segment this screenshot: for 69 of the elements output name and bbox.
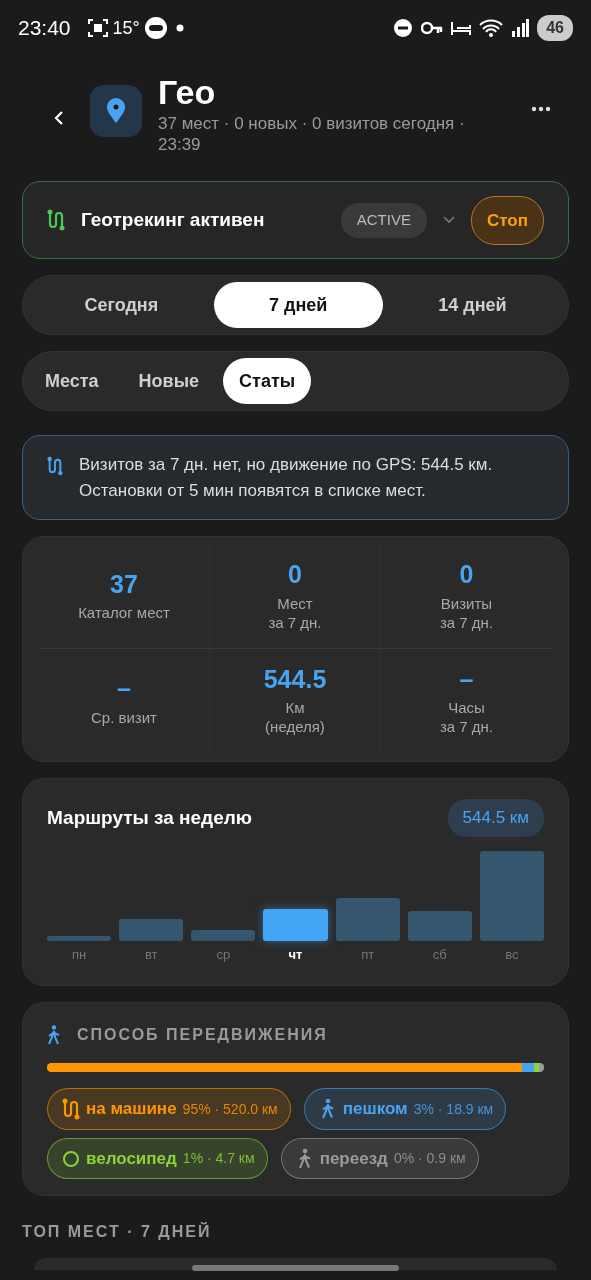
temperature-text: 15° (112, 16, 140, 40)
mode-detail: 1% · 4.7 км (182, 1149, 255, 1169)
route-icon (47, 209, 65, 232)
signal-icon (511, 19, 530, 37)
stat-label: Часы за 7 дн. (439, 699, 494, 737)
mode-name: велосипед (86, 1147, 177, 1170)
tracking-label: Геотрекинг активен (81, 208, 265, 233)
bed-icon (451, 20, 472, 36)
stat-label: Ср. визит (91, 708, 157, 728)
stat-label: Каталог мест (78, 604, 170, 623)
robot-icon (143, 16, 168, 40)
route-icon (47, 456, 63, 477)
mode-name: на машине (86, 1098, 177, 1121)
period-tab[interactable]: 7 дней (213, 282, 383, 329)
day-bar[interactable] (119, 918, 184, 941)
screenshot-icon (86, 18, 109, 38)
stat-value: – (459, 665, 474, 694)
mode-detail: 95% · 520.0 км (182, 1099, 278, 1119)
stat-label: Мест за 7 дн. (268, 594, 322, 633)
stat-label: Визиты за 7 дн. (439, 594, 494, 633)
day-bar[interactable] (47, 935, 112, 941)
status-time: 23:40 (18, 15, 71, 42)
day-label: ср (215, 945, 232, 964)
total-distance-badge: 544.5 км (447, 799, 544, 837)
stat-label: Км (неделя) (265, 699, 325, 737)
location-pin-icon (90, 85, 142, 137)
period-tab[interactable]: Сегодня (29, 282, 214, 329)
stat-value: 0 (288, 561, 302, 589)
stop-button[interactable]: Стоп (470, 195, 544, 246)
do-not-disturb-icon (393, 18, 414, 38)
stat-value: 544.5 (263, 665, 327, 694)
day-label: вс (504, 945, 520, 964)
section-heading: ТОП МЕСТ · 7 ДНЕЙ (22, 1223, 212, 1241)
period-tab[interactable]: 14 дней (382, 282, 562, 329)
section-heading: СПОСОБ ПЕРЕДВИЖЕНИЯ (77, 1025, 328, 1046)
mode-name: пешком (342, 1098, 408, 1121)
info-text: Визитов за 7 дн. нет, но движение по GPS: 544.5 км. Остановки от 5 мин появятся в списке мест. (79, 454, 494, 502)
day-bar[interactable] (191, 929, 256, 941)
page-title: Гео (158, 72, 217, 113)
more-icon (531, 105, 551, 112)
mode-name: переезд (319, 1147, 388, 1170)
day-bar[interactable] (263, 908, 328, 941)
mode-detail: 3% · 18.9 км (413, 1099, 494, 1119)
route-icon (62, 1098, 80, 1121)
walking-person-icon (47, 1025, 61, 1046)
day-label: пн (70, 945, 88, 964)
day-bar[interactable] (479, 850, 544, 941)
key-icon (421, 21, 444, 35)
day-label: чт (287, 945, 304, 964)
day-bar[interactable] (335, 897, 400, 941)
day-bar[interactable] (407, 910, 472, 941)
mode-detail: 0% · 0.9 км (393, 1149, 466, 1169)
day-label: вт (143, 945, 159, 964)
wifi-icon (479, 19, 504, 37)
view-tab[interactable]: Статы (223, 358, 312, 405)
stat-value: 0 (459, 561, 474, 589)
dot-icon (175, 24, 184, 32)
status-badge: ACTIVE (340, 203, 427, 238)
day-label: сб (431, 945, 448, 964)
battery-indicator: 46 (537, 15, 573, 41)
stat-value: 37 (110, 570, 138, 599)
card-title: Маршруты за неделю (47, 805, 253, 830)
chevron-left-icon (52, 108, 66, 127)
view-tab[interactable]: Места (29, 358, 115, 405)
view-tab[interactable]: Новые (122, 358, 216, 405)
stat-value: – (117, 675, 131, 703)
chevron-down-icon[interactable] (442, 216, 455, 225)
day-label: пт (360, 945, 376, 964)
page-subtitle: 37 мест · 0 новых · 0 визитов сегодня · 23:39 (158, 112, 466, 156)
